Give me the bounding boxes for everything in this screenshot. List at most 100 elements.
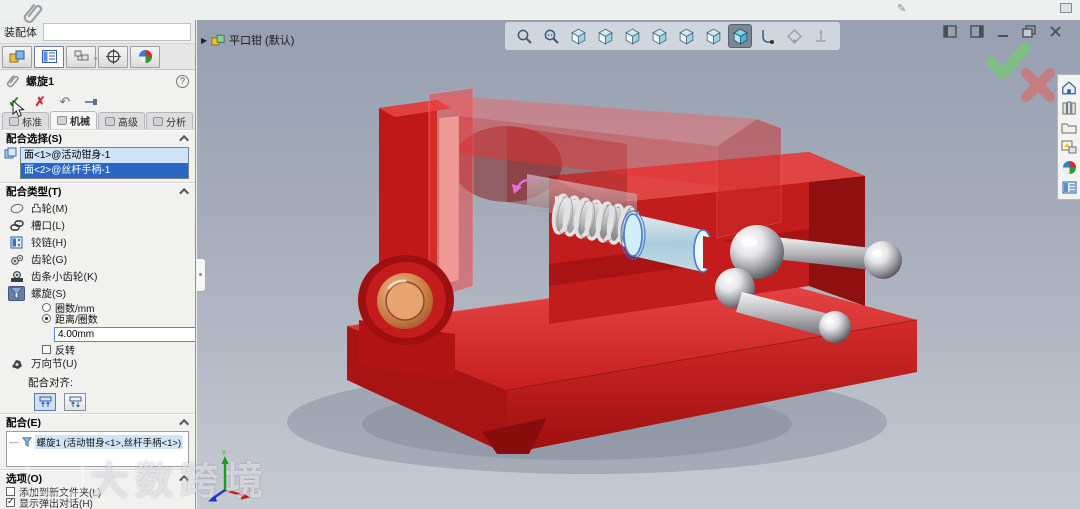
mate-type-hinge[interactable]: 铰链(H) (8, 234, 195, 251)
minimize-icon[interactable] (997, 25, 1009, 38)
revolutions-radio[interactable] (42, 303, 51, 312)
view-isometric-icon-selected[interactable] (728, 24, 752, 48)
tab-analysis[interactable]: 分析 (146, 112, 193, 129)
hinge-icon (8, 235, 25, 250)
title-bar: ✎ (0, 0, 1080, 20)
section-view-icon[interactable] (756, 25, 778, 47)
mate-type-gear[interactable]: 齿轮(G) (8, 251, 195, 268)
mates-list[interactable]: — 螺旋1 (活动钳身<1>,丝杆手柄<1>) (6, 431, 189, 467)
screw-icon (8, 286, 25, 301)
triad-y-label: Y (222, 451, 226, 457)
view-cube-icon[interactable] (702, 25, 724, 47)
property-manager-panel: 装配体 螺旋1 ? ✓ ✗ ↶ 标准 机械 (0, 20, 196, 509)
tab-mechanical[interactable]: 机械 (50, 111, 97, 129)
help-icon[interactable]: ? (176, 74, 189, 88)
distance-label: 距离/圈数 (55, 315, 98, 326)
rack-pinion-icon (8, 269, 25, 284)
mate-category-tabs: 标准 机械 高级 分析 (0, 111, 195, 130)
custom-properties-icon[interactable] (1062, 181, 1077, 194)
task-pane-toolbar (1057, 74, 1080, 200)
selection-item[interactable]: 面<1>@活动钳身-1 (21, 148, 188, 163)
hide-show-items-icon[interactable] (810, 25, 832, 47)
view-cube-icon[interactable] (594, 25, 616, 47)
view-cube-icon[interactable] (621, 25, 643, 47)
mate-selections-header[interactable]: 配合选择(S) (0, 130, 195, 145)
pm-action-row: ✓ ✗ ↶ (0, 92, 195, 118)
file-explorer-icon[interactable] (1061, 121, 1077, 134)
options-list: 添加到新文件夹(L) 显示弹出对话(H) 只用于定位(U) (0, 485, 195, 509)
assembly-breadcrumb[interactable]: 平口钳 (默认) (211, 32, 294, 48)
propertymanager-tab[interactable] (34, 45, 64, 68)
cancel-button[interactable]: ✗ (35, 94, 46, 110)
assembly-icon (211, 34, 225, 45)
screw-mate-icon (21, 437, 32, 447)
heads-up-toolbar (505, 22, 840, 50)
collapse-chevron-icon (179, 134, 190, 145)
tab-standard[interactable]: 标准 (2, 112, 49, 129)
panel-splitter-handle[interactable] (197, 258, 206, 292)
mate-tree-item[interactable]: — 螺旋1 (活动钳身<1>,丝杆手柄<1>) (9, 435, 186, 449)
collapse-chevron-icon (179, 187, 190, 198)
gear-icon (8, 252, 25, 267)
mate-alignment-label: 配合对齐: (28, 377, 73, 389)
paperclip-icon (22, 2, 46, 29)
screw-options: 圈数/mm 距离/圈数 反转 (8, 302, 195, 357)
view-cube-icon[interactable] (675, 25, 697, 47)
mate-type-slot[interactable]: 槽口(L) (8, 217, 195, 234)
pencil-icon: ✎ (897, 3, 907, 15)
show-popup-checkbox[interactable] (6, 496, 15, 507)
cam-icon (8, 201, 25, 216)
pin-icon[interactable] (84, 97, 98, 107)
triad-x-label: X (249, 488, 253, 494)
mechanical-tab-icon (57, 116, 67, 125)
coordinate-triad: Y X (205, 450, 253, 505)
distance-radio[interactable] (42, 314, 51, 323)
view-cube-icon[interactable] (567, 25, 589, 47)
dimxpertmanager-tab[interactable] (98, 45, 128, 68)
graphics-viewport[interactable]: ▶ 平口钳 (默认) Y X (197, 20, 1080, 509)
pane-right-icon[interactable] (970, 25, 984, 38)
design-library-icon[interactable] (1062, 101, 1077, 115)
tab-advanced[interactable]: 高级 (98, 112, 145, 129)
pane-left-icon[interactable] (943, 25, 957, 38)
options-header[interactable]: 选项(O) (0, 470, 195, 485)
restore-icon[interactable] (1022, 25, 1036, 38)
reverse-label: 反转 (55, 346, 75, 357)
mate-type-cam[interactable]: 凸轮(M) (8, 200, 195, 217)
mate-selections-list[interactable]: 面<1>@活动钳身-1 面<2>@丝杆手柄-1 (20, 147, 189, 179)
mouse-cursor (12, 99, 25, 121)
selection-item[interactable]: 面<2>@丝杆手柄-1 (21, 163, 188, 178)
slot-icon (8, 218, 25, 233)
panel-grip-dot[interactable] (94, 57, 97, 60)
mate-type-rack-pinion[interactable]: 齿条小齿轮(K) (8, 268, 195, 285)
collapse-chevron-icon (179, 474, 190, 485)
aligned-button[interactable] (34, 393, 56, 411)
view-palette-icon[interactable] (1061, 140, 1077, 154)
close-icon[interactable] (1049, 25, 1062, 38)
confirm-cancel-icon[interactable] (1019, 66, 1057, 107)
add-to-folder-checkbox[interactable] (6, 487, 15, 496)
pm-title-row: 螺旋1 ? (0, 70, 195, 92)
featuremanager-tree-tab[interactable] (2, 45, 32, 68)
flyout-tree-arrow[interactable]: ▶ (201, 36, 207, 45)
anti-aligned-button[interactable] (64, 393, 86, 411)
mini-window-icon[interactable] (1060, 3, 1072, 13)
configurationmanager-tab[interactable] (66, 45, 96, 68)
displaymanager-tab[interactable] (130, 45, 160, 68)
home-icon[interactable] (1061, 80, 1077, 95)
zoom-to-area-icon[interactable] (540, 25, 562, 47)
mates-header[interactable]: 配合(E) (0, 414, 195, 429)
vise-3d-model[interactable] (197, 20, 1080, 509)
distance-input[interactable] (54, 327, 195, 342)
undo-button[interactable]: ↶ (59, 94, 70, 110)
tab-strip-filler (43, 22, 191, 41)
mate-types-header[interactable]: 配合类型(T) (0, 183, 195, 198)
mate-type-screw[interactable]: 螺旋(S) (8, 285, 195, 302)
advanced-tab-icon (105, 116, 115, 126)
zoom-to-fit-icon[interactable] (513, 25, 535, 47)
reverse-checkbox[interactable] (42, 345, 51, 354)
mate-type-universal-joint[interactable]: 万向节(U) (8, 355, 195, 372)
appearances-sphere-icon[interactable] (1062, 160, 1077, 175)
view-cube-icon[interactable] (648, 25, 670, 47)
sketch-icon[interactable] (783, 25, 805, 47)
